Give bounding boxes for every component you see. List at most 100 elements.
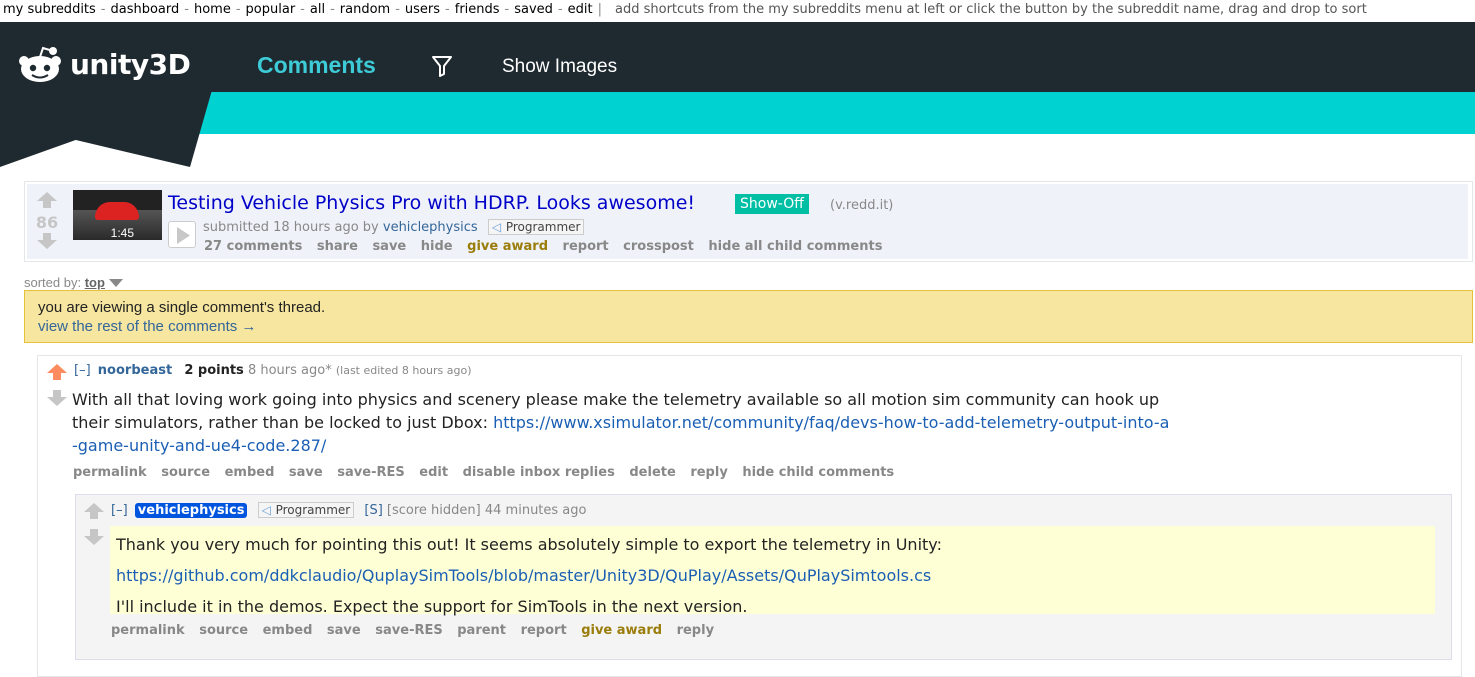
comment-vote xyxy=(80,503,108,549)
sort-value[interactable]: top xyxy=(85,275,105,290)
collapse-toggle[interactable]: [–] xyxy=(74,363,91,378)
sr-link-saved[interactable]: saved xyxy=(514,2,553,17)
comment-author-op[interactable]: vehiclephysics xyxy=(134,503,248,518)
github-link[interactable]: https://github.com/ddkclaudio/QuplaySimT… xyxy=(116,566,931,585)
give-award-button[interactable]: give award xyxy=(581,623,662,638)
save-button[interactable]: save xyxy=(289,465,323,480)
post-vote: 86 xyxy=(33,192,61,253)
comment-tagline: [–] noorbeast 2 points 8 hours ago* (las… xyxy=(74,363,472,378)
upvote-arrow-icon[interactable] xyxy=(84,503,104,519)
post: 86 1:45 Testing Vehicle Physics Pro with… xyxy=(24,181,1473,262)
notice-text: you are viewing a single comment's threa… xyxy=(38,299,326,316)
tag-icon: ◁ xyxy=(491,220,502,234)
save-res-button[interactable]: save-RES xyxy=(375,623,442,638)
tab-comments[interactable]: Comments xyxy=(257,52,376,79)
disable-inbox-replies-button[interactable]: disable inbox replies xyxy=(463,465,615,480)
hide-child-comments-button[interactable]: hide child comments xyxy=(742,465,894,480)
post-score: 86 xyxy=(35,213,59,232)
comment-text-line: Thank you very much for pointing this ou… xyxy=(116,535,942,554)
save-res-button[interactable]: save-RES xyxy=(337,465,404,480)
author-flair-text: Programmer xyxy=(275,503,351,517)
comment-time: 44 minutes ago xyxy=(484,503,587,518)
comment-body: With all that loving work going into phy… xyxy=(72,388,1172,457)
crosspost-button[interactable]: crosspost xyxy=(623,239,694,254)
show-images-button[interactable]: Show Images xyxy=(502,56,617,78)
sr-link-edit[interactable]: edit xyxy=(568,2,593,17)
report-button[interactable]: report xyxy=(563,239,609,254)
hide-all-child-comments-button[interactable]: hide all child comments xyxy=(708,239,882,254)
downvote-arrow-icon[interactable] xyxy=(84,529,104,545)
thumbnail-car xyxy=(95,202,139,220)
logo[interactable]: unity3D xyxy=(18,45,191,83)
save-button[interactable]: save xyxy=(372,239,406,254)
embed-button[interactable]: embed xyxy=(225,465,275,480)
subreddit-bar: my subreddits - dashboard - home - popular - all… xyxy=(0,0,1475,22)
dropdown-arrow-icon[interactable] xyxy=(108,279,123,287)
filter-icon[interactable] xyxy=(430,54,454,78)
view-rest-link[interactable]: view the rest of the comments → xyxy=(38,318,1459,335)
source-button[interactable]: source xyxy=(161,465,210,480)
link-flair[interactable]: Show-Off xyxy=(735,194,809,214)
sort-label: sorted by: xyxy=(24,275,82,290)
sr-link-home[interactable]: home xyxy=(194,2,231,17)
author-flair-text: Programmer xyxy=(505,220,581,234)
upvote-arrow-icon[interactable] xyxy=(47,364,67,380)
sr-link-my-subreddits[interactable]: my subreddits xyxy=(3,2,96,17)
give-award-button[interactable]: give award xyxy=(467,239,548,254)
comment-tagline: [–] vehiclephysics ◁ Programmer [S] [scor… xyxy=(111,502,586,518)
hide-button[interactable]: hide xyxy=(421,239,453,254)
header-wedge-shape xyxy=(0,90,212,167)
share-button[interactable]: share xyxy=(317,239,358,254)
report-button[interactable]: report xyxy=(521,623,567,638)
reply-button[interactable]: reply xyxy=(690,465,727,480)
source-button[interactable]: source xyxy=(199,623,248,638)
post-buttons: 27 comments share save hide give award r… xyxy=(204,239,892,254)
parent-button[interactable]: parent xyxy=(457,623,506,638)
delete-button[interactable]: delete xyxy=(629,465,675,480)
embed-button[interactable]: embed xyxy=(263,623,313,638)
comment-body: Thank you very much for pointing this ou… xyxy=(110,526,1435,616)
comment-time: 8 hours ago* xyxy=(247,363,332,378)
sr-link-friends[interactable]: friends xyxy=(455,2,500,17)
comment: [–] noorbeast 2 points 8 hours ago* (las… xyxy=(37,355,1462,677)
collapse-toggle[interactable]: [–] xyxy=(111,503,128,518)
comment-text-line: I'll include it in the demos. Expect the… xyxy=(116,597,748,616)
comment-author[interactable]: noorbeast xyxy=(98,363,172,378)
author-flair: ◁ Programmer xyxy=(487,219,585,235)
comment-score: 2 points xyxy=(184,363,244,378)
comment-buttons: permalink source embed save save-RES edi… xyxy=(73,465,904,480)
post-title[interactable]: Testing Vehicle Physics Pro with HDRP. L… xyxy=(168,192,695,214)
sr-link-dashboard[interactable]: dashboard xyxy=(111,2,180,17)
save-button[interactable]: save xyxy=(327,623,361,638)
downvote-arrow-icon[interactable] xyxy=(47,390,67,406)
expando-play-button[interactable] xyxy=(168,221,196,248)
header-accent-band xyxy=(0,92,1475,134)
sr-link-random[interactable]: random xyxy=(340,2,390,17)
sort-menu: sorted by: top xyxy=(24,275,123,290)
post-inner: 86 1:45 Testing Vehicle Physics Pro with… xyxy=(27,184,1468,259)
header xyxy=(0,22,1475,92)
author-flair: ◁ Programmer xyxy=(257,502,355,518)
video-duration: 1:45 xyxy=(110,226,134,240)
downvote-arrow-icon[interactable] xyxy=(37,233,57,249)
play-icon xyxy=(177,227,190,244)
comment-buttons: permalink source embed save save-RES par… xyxy=(111,623,724,638)
sr-link-all[interactable]: all xyxy=(310,2,325,17)
sr-link-popular[interactable]: popular xyxy=(246,2,296,17)
comment-vote xyxy=(43,364,71,410)
permalink-button[interactable]: permalink xyxy=(73,465,147,480)
sr-link-users[interactable]: users xyxy=(405,2,440,17)
submitter-tag[interactable]: [S] xyxy=(364,503,382,518)
permalink-button[interactable]: permalink xyxy=(111,623,185,638)
reply-button[interactable]: reply xyxy=(677,623,714,638)
post-thumbnail[interactable]: 1:45 xyxy=(73,190,162,240)
post-author-link[interactable]: vehiclephysics xyxy=(383,220,478,235)
single-thread-notice: you are viewing a single comment's threa… xyxy=(24,290,1473,343)
tag-icon: ◁ xyxy=(261,503,271,517)
post-domain[interactable]: (v.redd.it) xyxy=(830,198,893,213)
subreddit-logo-text: unity3D xyxy=(70,47,191,81)
sr-bar-hint: add shortcuts from the my subreddits men… xyxy=(615,2,1367,17)
upvote-arrow-icon[interactable] xyxy=(37,192,57,208)
comments-button[interactable]: 27 comments xyxy=(204,239,302,254)
edit-button[interactable]: edit xyxy=(419,465,448,480)
